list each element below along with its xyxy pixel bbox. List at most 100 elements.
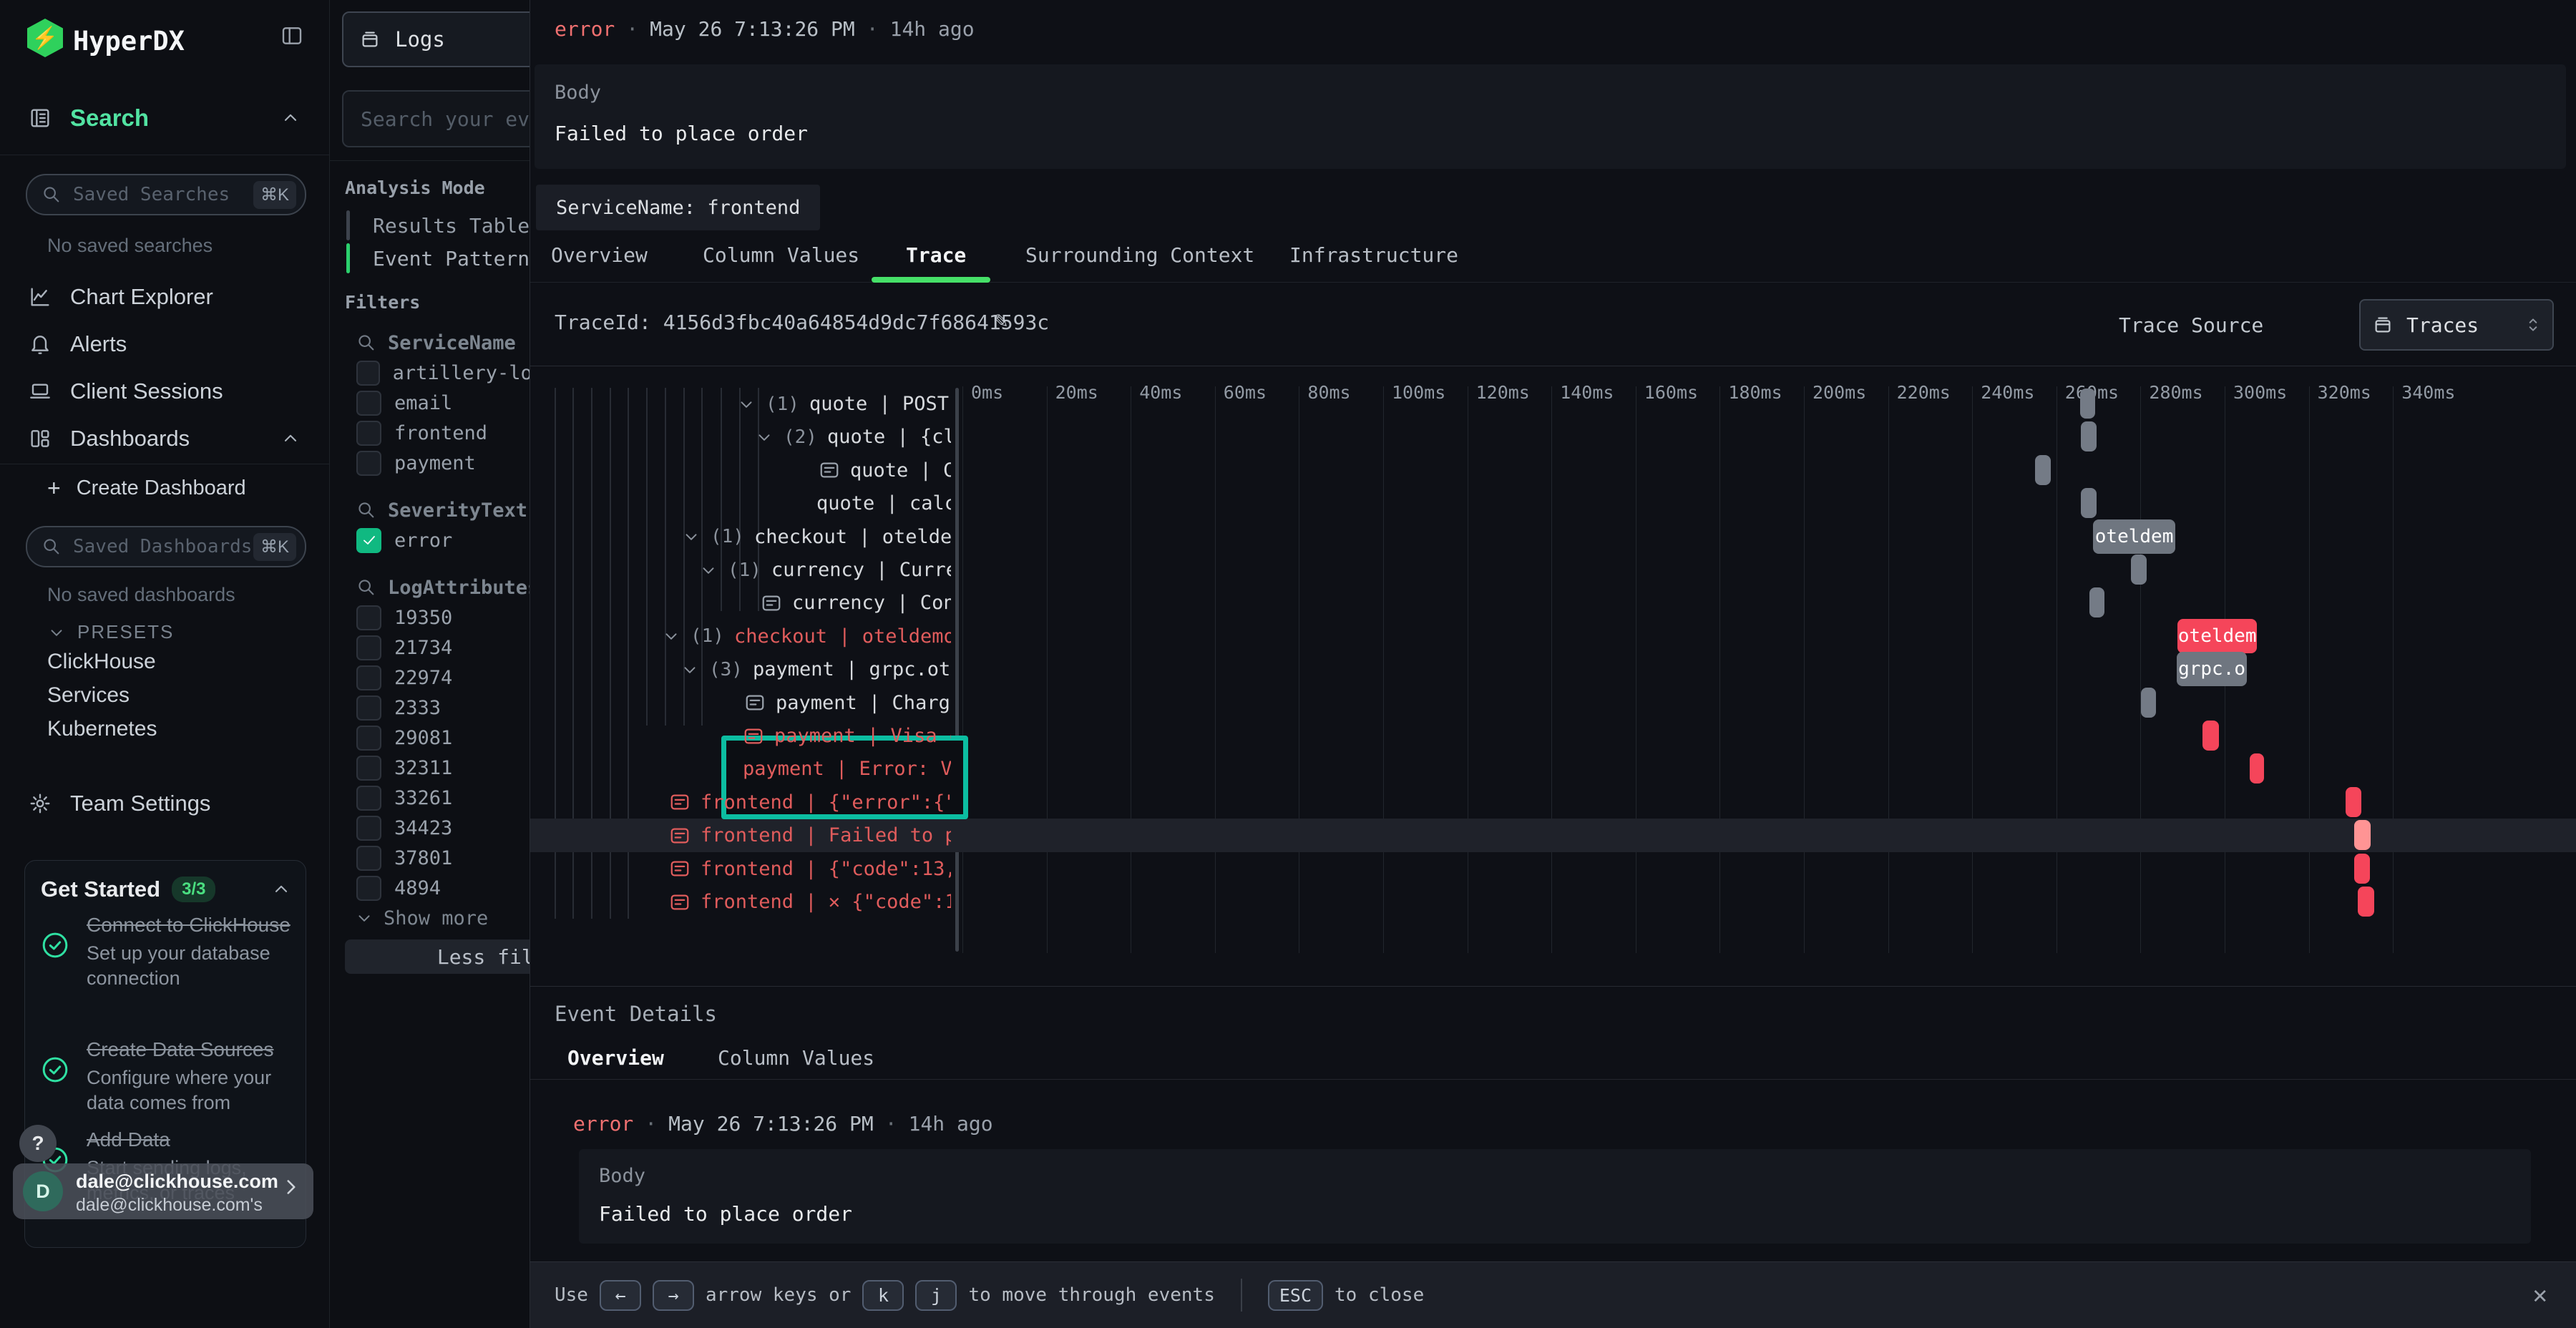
span-bar[interactable]	[2131, 555, 2147, 585]
span-row[interactable]: (2)quote | {cl…	[755, 420, 951, 454]
filter-checkbox-row[interactable]: 21734	[329, 633, 544, 663]
panel-divider-scrollbar[interactable]	[955, 388, 959, 952]
span-bar[interactable]	[2081, 488, 2097, 518]
checkbox[interactable]	[356, 665, 381, 690]
checkbox[interactable]	[356, 695, 381, 721]
checkbox[interactable]	[356, 816, 381, 841]
analysis-mode-results-table[interactable]: Results Table	[346, 209, 530, 242]
user-menu[interactable]: D dale@clickhouse.com dale@clickhouse.co…	[13, 1163, 313, 1219]
span-bar[interactable]	[2358, 887, 2374, 917]
sidebar-item-chart-explorer[interactable]: Chart Explorer	[0, 273, 329, 321]
checkbox-checked[interactable]	[356, 528, 381, 553]
span-row[interactable]: frontend | Failed to place…	[669, 819, 951, 852]
checkbox[interactable]	[356, 846, 381, 871]
saved-searches-input[interactable]: Saved Searches ⌘K	[26, 174, 306, 215]
filter-group-header[interactable]: ServiceName	[329, 328, 544, 358]
span-row[interactable]: frontend | ✕ {"code":13,"d…	[669, 885, 951, 919]
chevron-down-icon[interactable]	[755, 428, 774, 446]
service-name-chip[interactable]: ServiceName: frontend	[536, 185, 820, 230]
chevron-down-icon[interactable]	[680, 660, 699, 679]
span-bar[interactable]: grpc.o	[2177, 652, 2247, 686]
chevron-down-icon[interactable]	[699, 561, 718, 580]
preset-item-services[interactable]: Services	[47, 683, 130, 708]
sidebar-item-alerts[interactable]: Alerts	[0, 321, 329, 368]
span-bar[interactable]	[2141, 688, 2156, 718]
sidebar-item-dashboards[interactable]: Dashboards	[0, 415, 329, 462]
chevron-up-icon[interactable]	[271, 879, 291, 899]
span-bar[interactable]	[2346, 787, 2361, 817]
span-bar[interactable]	[2089, 587, 2104, 617]
span-bar[interactable]	[2035, 455, 2051, 485]
span-bar[interactable]	[2250, 753, 2264, 783]
chevron-down-icon[interactable]	[682, 527, 701, 546]
checkbox[interactable]	[356, 605, 381, 630]
help-button[interactable]: ?	[19, 1125, 57, 1162]
preset-item-kubernetes[interactable]: Kubernetes	[47, 717, 157, 741]
filter-checkbox-row[interactable]: 34423	[329, 813, 544, 843]
span-row[interactable]: (1)checkout | oteldemo.…	[682, 520, 951, 554]
create-dashboard-button[interactable]: + Create Dashboard	[0, 467, 329, 509]
span-bar[interactable]: oteldem	[2177, 619, 2257, 653]
filter-checkbox-row[interactable]: 4894	[329, 873, 544, 903]
filter-checkbox-row[interactable]: 29081	[329, 723, 544, 753]
filter-checkbox-row[interactable]: error	[329, 525, 544, 555]
filter-checkbox-row[interactable]: 33261	[329, 783, 544, 813]
show-more-button[interactable]: Show more	[329, 903, 544, 933]
close-icon[interactable]: ✕	[2533, 1281, 2547, 1309]
span-row[interactable]: currency | Conv…	[761, 586, 951, 620]
filter-group-header[interactable]: LogAttributes	[329, 572, 544, 602]
span-row[interactable]: (1)checkout | oteldemo.Pa…	[662, 620, 951, 653]
filter-checkbox-row[interactable]: frontend	[329, 418, 544, 448]
chevron-up-icon[interactable]	[280, 429, 301, 449]
preset-item-clickhouse[interactable]: ClickHouse	[47, 650, 156, 674]
chevron-down-icon[interactable]	[662, 627, 680, 645]
tab-overview[interactable]: Overview	[551, 243, 648, 267]
span-bar[interactable]	[2354, 820, 2371, 850]
checkbox[interactable]	[356, 876, 381, 901]
span-row[interactable]: (1)currency | Currenc…	[699, 553, 951, 587]
filter-checkbox-row[interactable]: email	[329, 388, 544, 418]
span-row[interactable]: (1)quote | POST …	[737, 387, 951, 421]
get-started-item[interactable]: Create Data SourcesConfigure where your …	[41, 1037, 294, 1116]
checkbox[interactable]	[356, 756, 381, 781]
span-row[interactable]: frontend | {"error":{"code…	[669, 786, 951, 819]
checkbox[interactable]	[356, 786, 381, 811]
tab-trace[interactable]: Trace	[906, 243, 966, 267]
collapse-sidebar-icon[interactable]	[280, 24, 303, 47]
tab-column-values[interactable]: Column Values	[703, 243, 859, 267]
filter-group-header[interactable]: SeverityText	[329, 495, 544, 525]
chevron-up-icon[interactable]	[280, 108, 301, 128]
sidebar-item-search[interactable]: Search	[0, 94, 329, 142]
span-row[interactable]: payment | Visa ca…	[743, 719, 951, 753]
filter-checkbox-row[interactable]: 2333	[329, 693, 544, 723]
analysis-mode-event-patterns[interactable]: Event Patterns	[346, 242, 542, 275]
tab-infrastructure[interactable]: Infrastructure	[1289, 243, 1458, 267]
filter-checkbox-row[interactable]: 37801	[329, 843, 544, 873]
span-bar[interactable]	[2202, 721, 2219, 751]
checkbox[interactable]	[356, 726, 381, 751]
checkbox[interactable]	[356, 451, 381, 476]
sidebar-item-client-sessions[interactable]: Client Sessions	[0, 368, 329, 415]
filter-checkbox-row[interactable]: 32311	[329, 753, 544, 783]
ed-tab-overview[interactable]: Overview	[567, 1046, 664, 1070]
span-bar[interactable]	[2080, 389, 2096, 419]
filter-checkbox-row[interactable]: 19350	[329, 602, 544, 633]
filter-checkbox-row[interactable]: payment	[329, 448, 544, 478]
filter-checkbox-row[interactable]: 22974	[329, 663, 544, 693]
span-row[interactable]: payment | Error: Visa…	[743, 752, 951, 786]
span-row[interactable]: (3)payment | grpc.oteld…	[680, 653, 951, 686]
span-bar[interactable]: oteldem	[2093, 519, 2175, 554]
tab-surrounding-context[interactable]: Surrounding Context	[1025, 243, 1254, 267]
span-row[interactable]: payment | Charge …	[744, 686, 951, 720]
filter-checkbox-row[interactable]: artillery-loa	[329, 358, 544, 388]
ed-tab-column-values[interactable]: Column Values	[718, 1046, 874, 1070]
trace-source-select[interactable]: Traces	[2359, 299, 2554, 351]
checkbox[interactable]	[356, 635, 381, 660]
chevron-down-icon[interactable]	[737, 395, 756, 414]
saved-dashboards-input[interactable]: Saved Dashboards ⌘K	[26, 526, 306, 567]
edit-pencil-icon[interactable]: ✎	[994, 306, 1008, 333]
span-bar[interactable]	[2081, 421, 2097, 451]
checkbox[interactable]	[356, 391, 381, 416]
span-bar[interactable]	[2354, 854, 2370, 884]
sidebar-item-team-settings[interactable]: Team Settings	[0, 780, 329, 827]
